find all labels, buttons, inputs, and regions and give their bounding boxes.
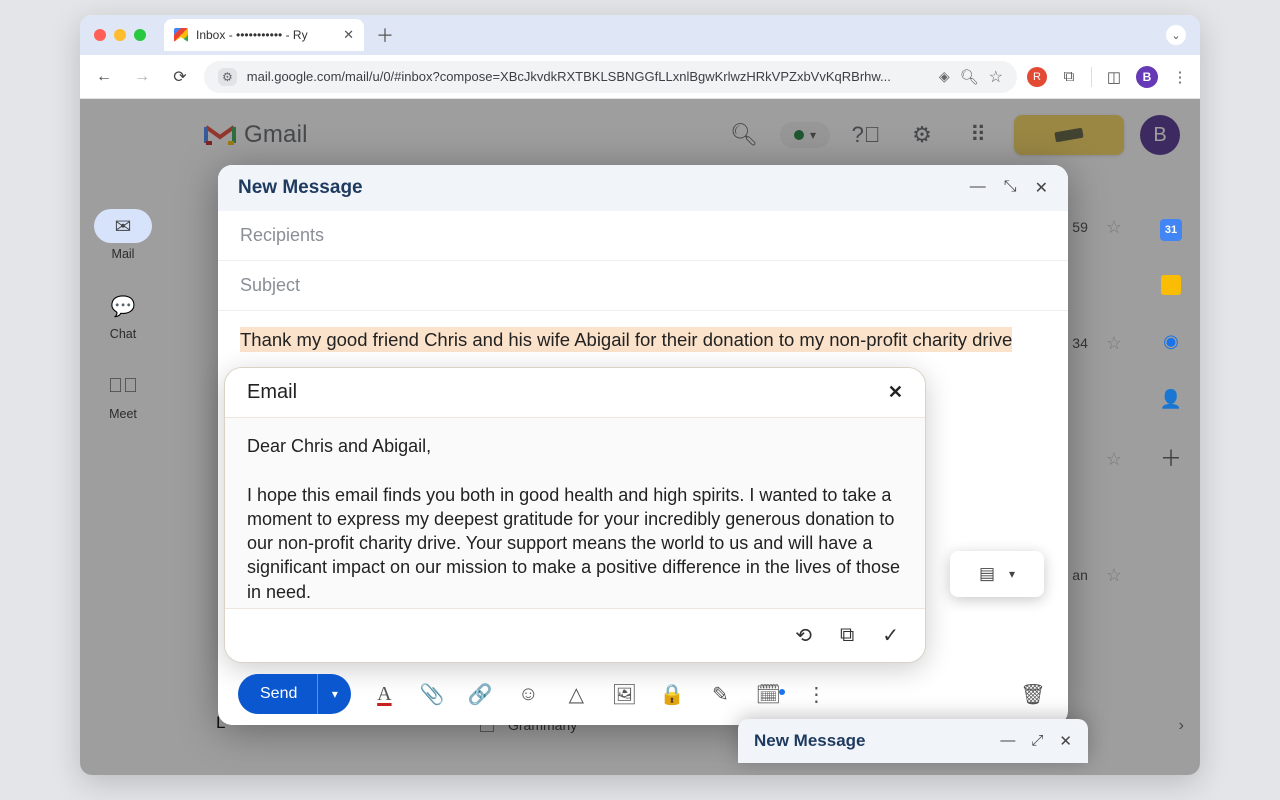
tasks-icon[interactable]: ◉: [1159, 329, 1183, 353]
rail-mail[interactable]: ✉ Mail: [94, 209, 152, 261]
rail-meet[interactable]: ▢⃞ Meet: [94, 369, 152, 421]
close-window-button[interactable]: [94, 29, 106, 41]
format-indent-dropdown[interactable]: ▤ ▾: [950, 551, 1044, 597]
separator: [1091, 67, 1092, 87]
insert-image-button[interactable]: 🖼: [609, 679, 639, 709]
maximize-window-button[interactable]: [134, 29, 146, 41]
mail-icon: ✉: [94, 209, 152, 243]
browser-window: Inbox - ••••••••••• - Ry ✕ ＋ ⌄ ← → ⟳ ⚙ m…: [80, 15, 1200, 775]
new-tab-button[interactable]: ＋: [374, 22, 396, 48]
compose-window-actions: — ⤡ ✕: [970, 178, 1048, 198]
discard-draft-button[interactable]: 🗑: [1018, 679, 1048, 709]
rail-meet-label: Meet: [109, 407, 137, 421]
compose-titlebar: New Message — ⤡ ✕: [218, 165, 1068, 211]
minimize-window-button[interactable]: [114, 29, 126, 41]
more-options-button[interactable]: ⋮: [801, 679, 831, 709]
compose-window: New Message — ⤡ ✕ Thank my good friend C…: [218, 165, 1068, 725]
compose-title: New Message: [238, 177, 363, 199]
toolbar-actions: R ⧉ ◫ B ⋮: [1027, 66, 1190, 88]
close-icon[interactable]: ✕: [1059, 732, 1072, 750]
site-settings-icon[interactable]: ⚙: [218, 68, 237, 86]
rail-chat[interactable]: 💬 Chat: [94, 289, 152, 341]
calendar-icon[interactable]: 31: [1160, 219, 1182, 241]
expand-icon[interactable]: ⤢: [1031, 732, 1043, 750]
nav-reload-button[interactable]: ⟳: [166, 63, 194, 91]
ai-popover-header: Email ✕: [225, 368, 925, 418]
signature-pen-button[interactable]: ✎: [705, 679, 735, 709]
insert-link-button[interactable]: 🔗: [465, 679, 495, 709]
send-options-button[interactable]: ▾: [317, 674, 351, 714]
gmail-app: Gmail 🔍︎ ▾ ?⃝ ⚙ ⠿ B ✉ Mail 💬 Chat: [80, 99, 1200, 775]
zoom-icon[interactable]: 🔍︎: [960, 68, 979, 86]
meet-icon: ▢⃞: [94, 369, 152, 403]
browser-address-bar: ← → ⟳ ⚙ mail.google.com/mail/u/0/#inbox?…: [80, 55, 1200, 99]
rail-chat-label: Chat: [110, 327, 136, 341]
ai-popover-body: Dear Chris and Abigail, I hope this emai…: [225, 418, 925, 608]
ai-popover-footer: ⟲ ⧉ ✓: [225, 608, 925, 662]
addons-plus-icon[interactable]: ＋: [1159, 445, 1183, 469]
prompt-highlight-text: Thank my good friend Chris and his wife …: [240, 327, 1012, 352]
compose-body[interactable]: Thank my good friend Chris and his wife …: [218, 311, 1068, 663]
contacts-icon[interactable]: 👤: [1159, 387, 1183, 411]
chat-icon: 💬: [94, 289, 152, 323]
tabs-dropdown-button[interactable]: ⌄: [1166, 25, 1186, 45]
drive-button[interactable]: △: [561, 679, 591, 709]
send-button-group: Send ▾: [238, 674, 351, 714]
recipients-row[interactable]: [218, 211, 1068, 261]
rail-mail-label: Mail: [112, 247, 135, 261]
subject-row[interactable]: [218, 261, 1068, 311]
collapse-panel-icon[interactable]: ›: [1179, 717, 1184, 735]
translate-icon[interactable]: ◈: [939, 68, 950, 85]
send-button[interactable]: Send: [238, 685, 317, 703]
minimize-icon[interactable]: —: [1000, 732, 1015, 750]
keep-icon[interactable]: [1161, 275, 1181, 295]
browser-tab[interactable]: Inbox - ••••••••••• - Ry ✕: [164, 19, 364, 51]
attach-file-button[interactable]: 📎: [417, 679, 447, 709]
chevron-down-icon: ▾: [1009, 567, 1015, 581]
minimize-compose-button[interactable]: —: [970, 178, 986, 198]
compose-minimized[interactable]: New Message — ⤢ ✕: [738, 719, 1088, 763]
confidential-mode-button[interactable]: 🔒: [657, 679, 687, 709]
accept-check-icon[interactable]: ✓: [882, 623, 899, 648]
formatting-button[interactable]: A: [369, 679, 399, 709]
profile-avatar-button[interactable]: B: [1136, 66, 1158, 88]
window-controls: [94, 29, 146, 41]
subject-input[interactable]: [240, 275, 1046, 296]
right-side-panel: 31 ◉ 👤 ＋ ›: [1142, 99, 1200, 775]
ai-suggestion-popover: Email ✕ Dear Chris and Abigail, I hope t…: [224, 367, 926, 663]
nav-back-button[interactable]: ←: [90, 63, 118, 91]
browser-menu-button[interactable]: ⋮: [1170, 67, 1190, 87]
extension-r-icon[interactable]: R: [1027, 67, 1047, 87]
close-compose-button[interactable]: ✕: [1035, 178, 1048, 198]
side-panel-icon[interactable]: ◫: [1104, 67, 1124, 87]
ai-popover-title: Email: [247, 381, 297, 404]
tab-title: Inbox - ••••••••••• - Ry: [196, 28, 335, 42]
url-field[interactable]: ⚙ mail.google.com/mail/u/0/#inbox?compos…: [204, 61, 1017, 93]
extensions-puzzle-icon[interactable]: ⧉: [1059, 67, 1079, 87]
regenerate-icon[interactable]: ⟲: [795, 623, 812, 648]
browser-tabstrip: Inbox - ••••••••••• - Ry ✕ ＋ ⌄: [80, 15, 1200, 55]
indent-icon: ▤: [979, 564, 995, 584]
url-text: mail.google.com/mail/u/0/#inbox?compose=…: [247, 69, 929, 84]
gmail-favicon: [174, 28, 188, 42]
copy-icon[interactable]: ⧉: [840, 624, 854, 647]
bookmark-star-icon[interactable]: ☆: [989, 67, 1003, 87]
emoji-button[interactable]: ☺: [513, 679, 543, 709]
close-tab-button[interactable]: ✕: [343, 27, 354, 43]
compose-mini-actions: — ⤢ ✕: [1000, 732, 1072, 750]
recipients-input[interactable]: [240, 225, 1046, 246]
popout-compose-button[interactable]: ⤡: [1004, 178, 1017, 198]
compose-footer: Send ▾ A 📎 🔗 ☺ △ 🖼 🔒 ✎ 🗓 ⋮ 🗑: [218, 663, 1068, 725]
left-rail: ✉ Mail 💬 Chat ▢⃞ Meet: [80, 99, 166, 775]
nav-forward-button[interactable]: →: [128, 63, 156, 91]
close-icon[interactable]: ✕: [888, 382, 903, 403]
schedule-button[interactable]: 🗓: [753, 679, 783, 709]
compose-mini-title: New Message: [754, 731, 866, 751]
